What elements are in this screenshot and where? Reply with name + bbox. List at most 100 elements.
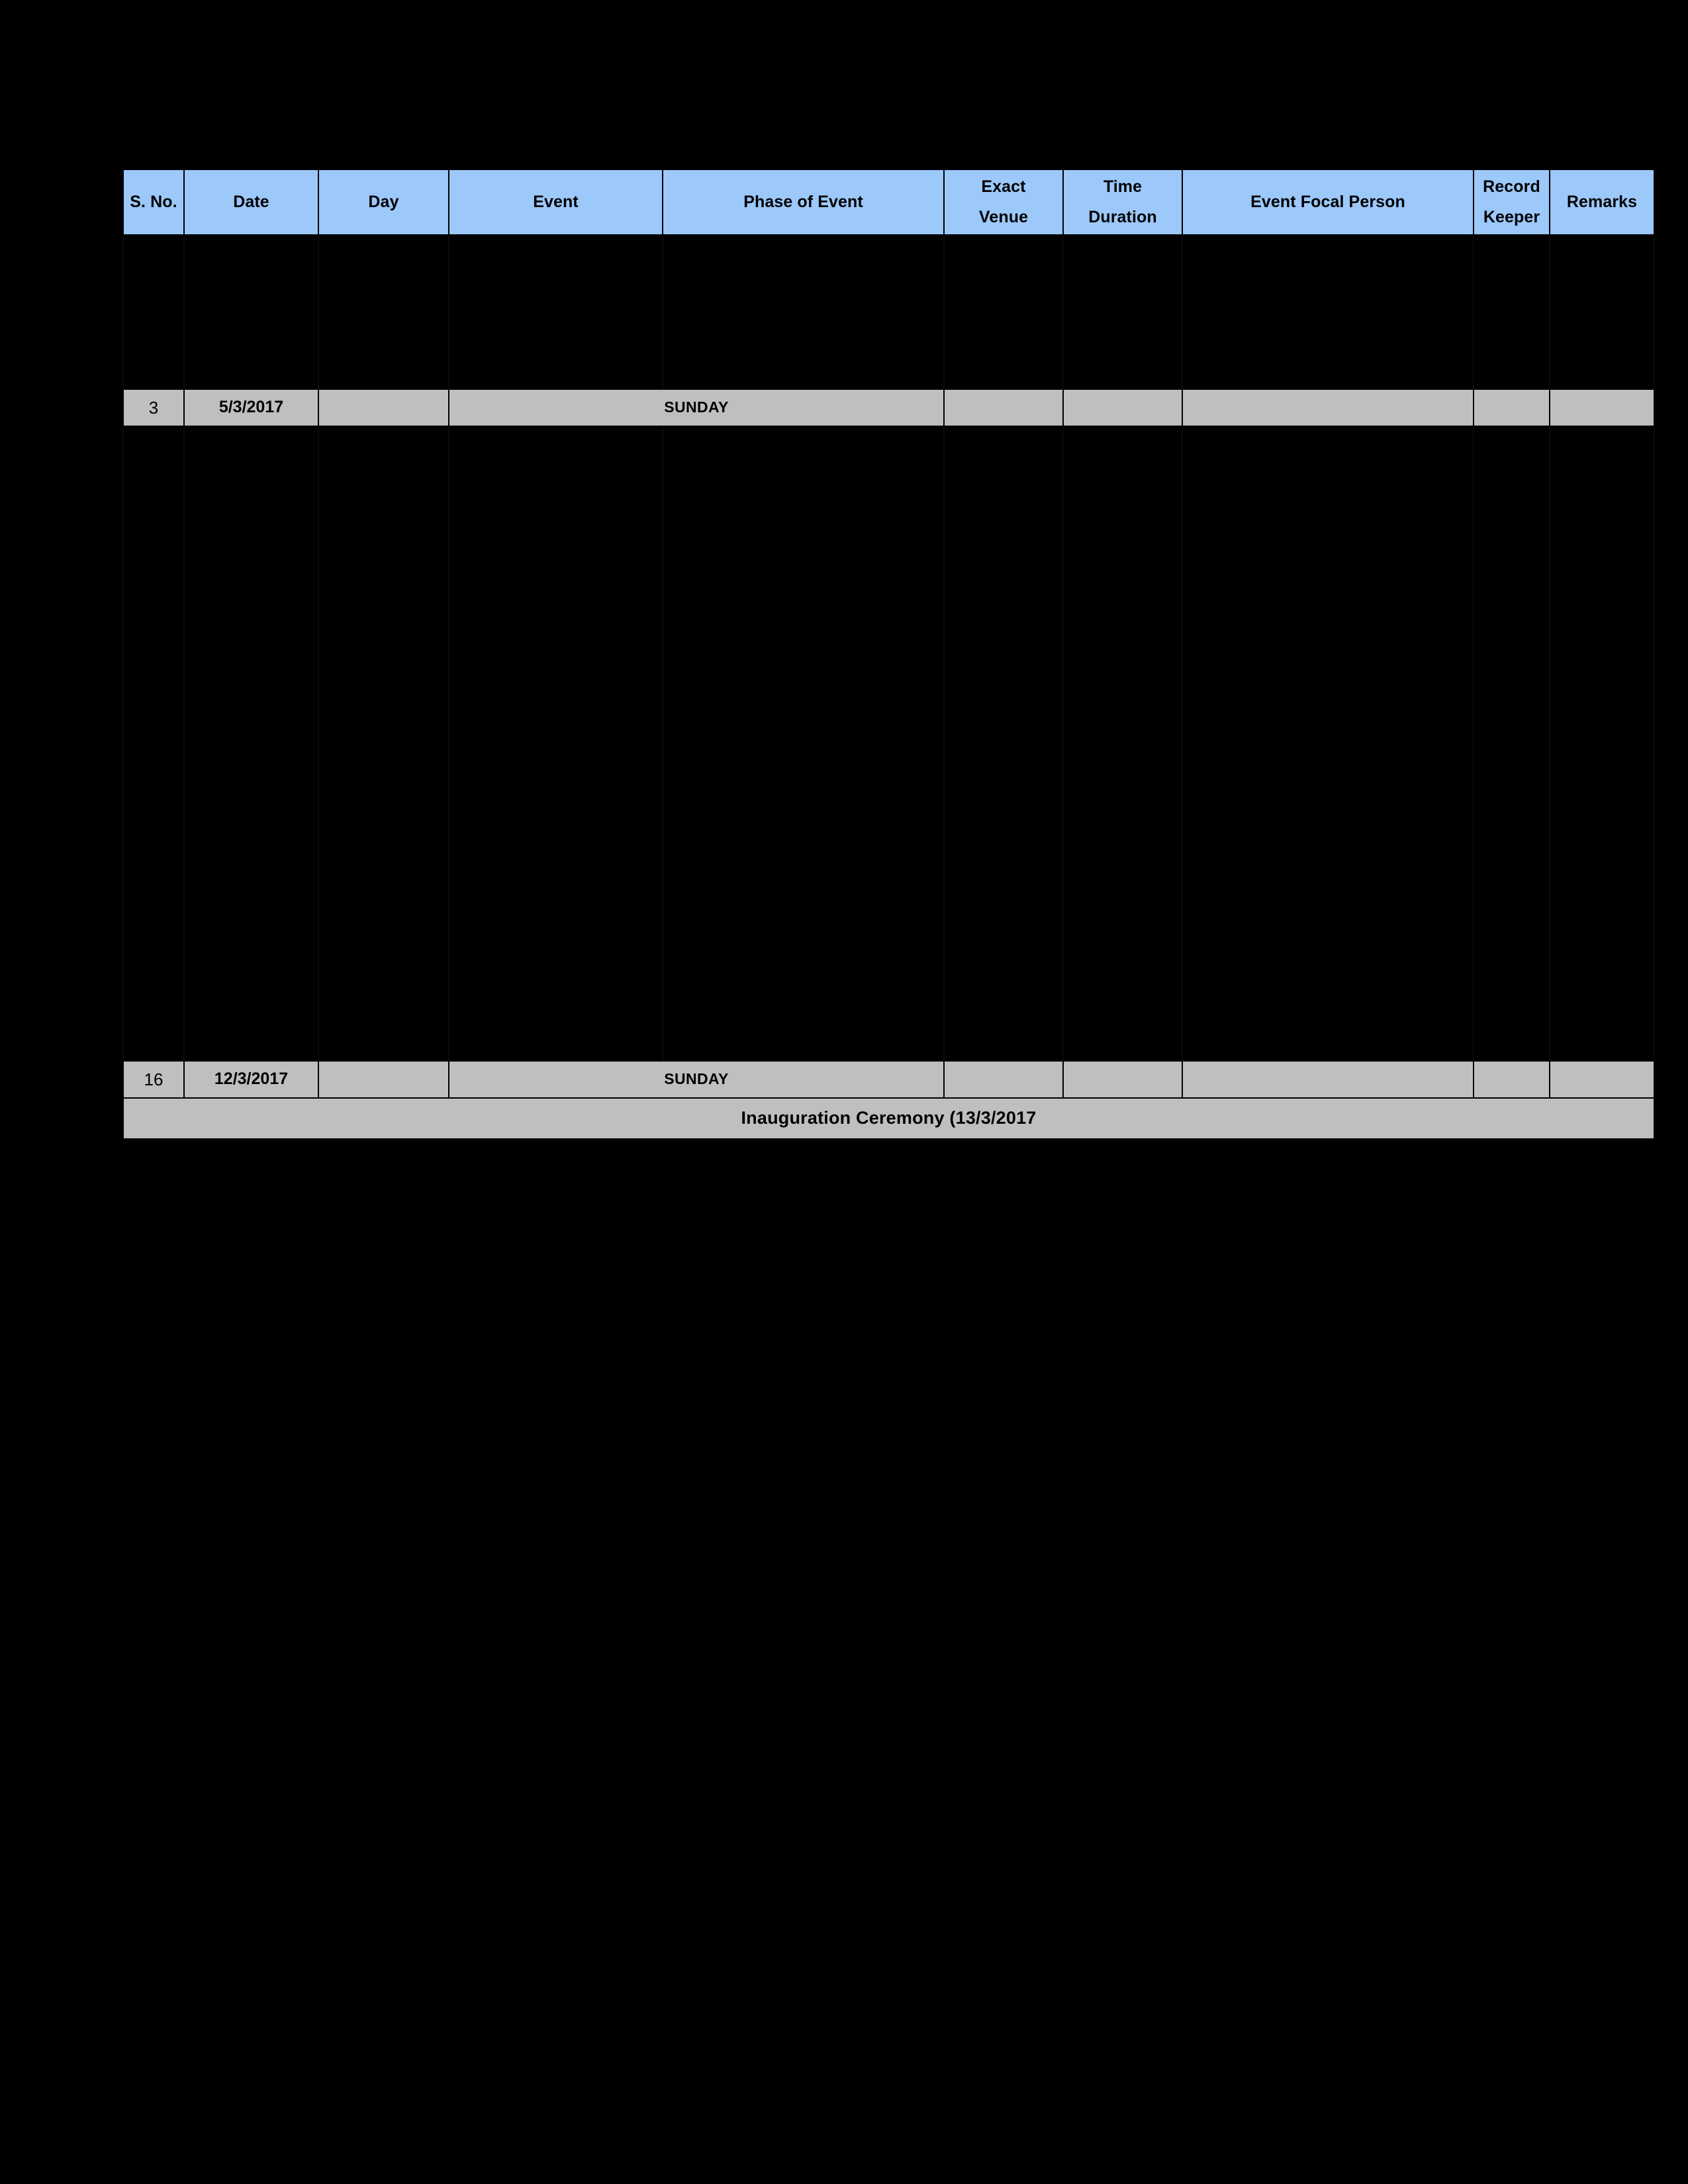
cell-remarks[interactable] xyxy=(1549,798,1655,820)
cell-phase[interactable] xyxy=(662,951,945,973)
cell-event[interactable] xyxy=(448,426,663,449)
cell-sno[interactable] xyxy=(122,492,185,514)
col-header-time-duration[interactable]: Time Duration xyxy=(1062,169,1183,236)
cell-focal[interactable] xyxy=(1182,667,1474,689)
table-row-empty[interactable] xyxy=(122,235,1655,257)
cell-day[interactable] xyxy=(318,733,449,754)
cell-time[interactable] xyxy=(1062,951,1183,973)
cell-time[interactable] xyxy=(1062,345,1183,367)
cell-date[interactable] xyxy=(183,842,319,864)
cell-day[interactable] xyxy=(318,426,449,449)
cell-sno[interactable] xyxy=(122,689,185,711)
cell-venue[interactable] xyxy=(943,667,1064,689)
table-row-empty[interactable] xyxy=(122,580,1655,602)
cell-venue[interactable] xyxy=(943,754,1064,776)
cell-record[interactable] xyxy=(1473,558,1550,580)
cell-venue[interactable] xyxy=(943,301,1064,323)
cell-event[interactable] xyxy=(448,235,663,257)
cell-record[interactable] xyxy=(1473,1060,1550,1099)
cell-time[interactable] xyxy=(1062,426,1183,449)
cell-phase[interactable] xyxy=(662,995,945,1017)
cell-sno[interactable] xyxy=(122,367,185,389)
cell-time[interactable] xyxy=(1062,689,1183,711)
cell-date[interactable] xyxy=(183,689,319,711)
cell-sno[interactable] xyxy=(122,471,185,492)
cell-remarks[interactable] xyxy=(1549,776,1655,798)
cell-day[interactable] xyxy=(318,820,449,842)
cell-sno[interactable] xyxy=(122,842,185,864)
cell-event[interactable] xyxy=(448,471,663,492)
cell-focal[interactable] xyxy=(1182,623,1474,645)
cell-phase[interactable] xyxy=(662,580,945,602)
cell-phase[interactable] xyxy=(662,711,945,733)
cell-day[interactable] xyxy=(318,536,449,558)
cell-focal[interactable] xyxy=(1182,514,1474,536)
cell-day[interactable] xyxy=(318,1038,449,1061)
col-header-sno[interactable]: S. No. xyxy=(122,169,185,236)
cell-day[interactable] xyxy=(318,798,449,820)
cell-venue[interactable] xyxy=(943,886,1064,907)
cell-venue[interactable] xyxy=(943,842,1064,864)
cell-event[interactable] xyxy=(448,754,663,776)
cell-date[interactable]: 5/3/2017 xyxy=(183,388,319,427)
cell-remarks[interactable] xyxy=(1549,426,1655,449)
cell-time[interactable] xyxy=(1062,471,1183,492)
cell-record[interactable] xyxy=(1473,907,1550,929)
cell-remarks[interactable] xyxy=(1549,301,1655,323)
cell-time[interactable] xyxy=(1062,864,1183,886)
cell-focal[interactable] xyxy=(1182,257,1474,279)
cell-event-phase-merged[interactable]: SUNDAY xyxy=(448,1060,945,1099)
cell-date[interactable] xyxy=(183,1038,319,1061)
cell-day[interactable] xyxy=(318,951,449,973)
cell-record[interactable] xyxy=(1473,689,1550,711)
cell-phase[interactable] xyxy=(662,1038,945,1061)
cell-time[interactable] xyxy=(1062,514,1183,536)
cell-date[interactable] xyxy=(183,645,319,667)
cell-record[interactable] xyxy=(1473,345,1550,367)
table-row-empty[interactable] xyxy=(122,754,1655,776)
cell-date[interactable] xyxy=(183,301,319,323)
cell-sno[interactable] xyxy=(122,929,185,951)
cell-time[interactable] xyxy=(1062,842,1183,864)
table-row-empty[interactable] xyxy=(122,951,1655,973)
cell-focal[interactable] xyxy=(1182,733,1474,754)
cell-venue[interactable] xyxy=(943,951,1064,973)
cell-time[interactable] xyxy=(1062,798,1183,820)
cell-sno[interactable] xyxy=(122,623,185,645)
cell-day[interactable] xyxy=(318,864,449,886)
cell-phase[interactable] xyxy=(662,279,945,301)
cell-time[interactable] xyxy=(1062,820,1183,842)
cell-day[interactable] xyxy=(318,623,449,645)
cell-event[interactable] xyxy=(448,514,663,536)
cell-day[interactable] xyxy=(318,279,449,301)
cell-sno[interactable] xyxy=(122,951,185,973)
cell-day[interactable] xyxy=(318,492,449,514)
cell-venue[interactable] xyxy=(943,514,1064,536)
cell-time[interactable] xyxy=(1062,235,1183,257)
table-row-empty[interactable] xyxy=(122,1038,1655,1061)
cell-record[interactable] xyxy=(1473,492,1550,514)
cell-event[interactable] xyxy=(448,345,663,367)
table-row-empty[interactable] xyxy=(122,301,1655,323)
cell-sno[interactable] xyxy=(122,995,185,1017)
cell-focal[interactable] xyxy=(1182,426,1474,449)
cell-sno[interactable] xyxy=(122,1038,185,1061)
cell-venue[interactable] xyxy=(943,536,1064,558)
cell-venue[interactable] xyxy=(943,1017,1064,1038)
cell-day[interactable] xyxy=(318,973,449,995)
cell-phase[interactable] xyxy=(662,754,945,776)
cell-record[interactable] xyxy=(1473,536,1550,558)
table-row-empty[interactable] xyxy=(122,776,1655,798)
table-row-empty[interactable] xyxy=(122,471,1655,492)
cell-day[interactable] xyxy=(318,235,449,257)
cell-focal[interactable] xyxy=(1182,929,1474,951)
table-row-empty[interactable] xyxy=(122,1017,1655,1038)
cell-remarks[interactable] xyxy=(1549,580,1655,602)
cell-sno[interactable] xyxy=(122,798,185,820)
cell-focal[interactable] xyxy=(1182,279,1474,301)
cell-remarks[interactable] xyxy=(1549,1060,1655,1099)
cell-day[interactable] xyxy=(318,388,449,427)
cell-venue[interactable] xyxy=(943,995,1064,1017)
table-row-empty[interactable] xyxy=(122,689,1655,711)
cell-date[interactable] xyxy=(183,492,319,514)
